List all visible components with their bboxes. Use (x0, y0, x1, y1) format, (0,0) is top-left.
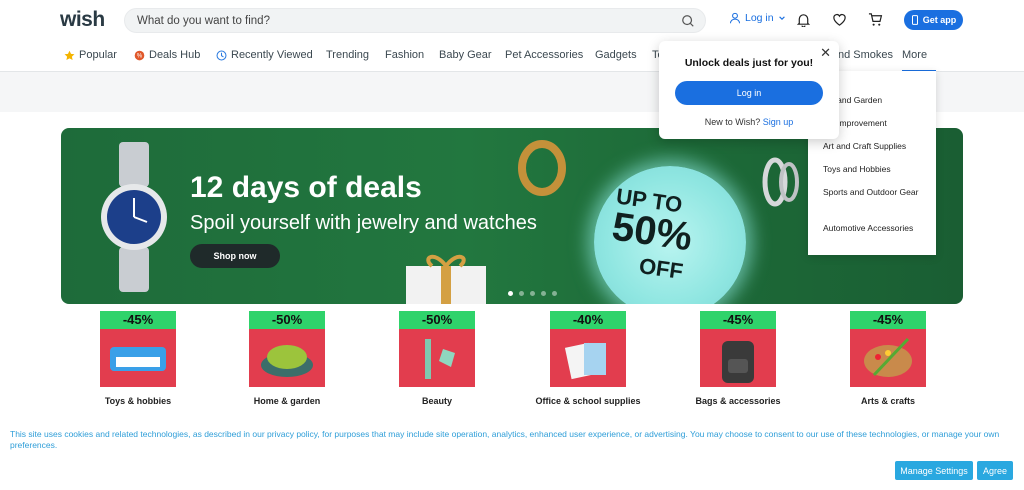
ring-image (518, 140, 566, 196)
discount-badge: -45% (100, 311, 176, 329)
login-button[interactable]: Log in (729, 12, 786, 24)
category-label: Beauty (421, 396, 452, 406)
notebooks-image (564, 342, 606, 380)
banner-subtitle: Spoil yourself with jewelry and watches (190, 212, 537, 234)
promo-line2: 50% (609, 204, 695, 260)
category-nav: Popular % Deals Hub Recently Viewed Tren… (0, 40, 1024, 72)
agree-button[interactable]: Agree (977, 461, 1013, 480)
svg-text:%: % (137, 52, 143, 59)
search-bar[interactable] (124, 8, 706, 33)
category-image: -45% (850, 311, 926, 387)
shop-now-button[interactable]: Shop now (190, 244, 280, 268)
category-label: Bags & accessories (695, 396, 781, 406)
category-image: -45% (700, 311, 776, 387)
search-icon[interactable] (681, 14, 695, 28)
discount-badge: -40% (550, 311, 626, 329)
nav-item-smokes[interactable]: nd Smokes (838, 49, 893, 61)
pillow-image (261, 345, 313, 377)
category-tile-beauty[interactable]: -50% Beauty (399, 311, 475, 406)
category-tile-bags[interactable]: -45% Bags & accessories (695, 311, 781, 406)
nav-item-popular[interactable]: Popular (64, 49, 117, 61)
menu-item-home-garden[interactable]: me and Garden (823, 94, 933, 106)
nav-item-deals-hub[interactable]: % Deals Hub (134, 49, 200, 61)
cookie-notice-text: This site uses cookies and related techn… (10, 429, 1000, 450)
menu-item-toys-hobbies[interactable]: Toys and Hobbies (823, 163, 933, 175)
signup-prompt: New to Wish? Sign up (659, 117, 839, 127)
promo-circle: UP TO 50% OFF (594, 166, 746, 304)
nav-label: Recently Viewed (231, 49, 313, 61)
signup-prompt-text: New to Wish? (704, 117, 761, 127)
category-label: Office & school supplies (535, 396, 641, 406)
discount-badge: -45% (700, 311, 776, 329)
discount-badge: -50% (249, 311, 325, 329)
menu-item-sports-outdoor[interactable]: Sports and Outdoor Gear (823, 186, 933, 198)
header: wish Log in Get app (0, 0, 1024, 40)
category-image: -40% (550, 311, 626, 387)
category-image: -50% (399, 311, 475, 387)
category-label: Toys & hobbies (104, 396, 172, 406)
nav-item-more[interactable]: More (902, 49, 936, 72)
carousel-dot[interactable] (508, 291, 513, 296)
star-icon (64, 50, 75, 60)
nav-item-fashion[interactable]: Fashion (385, 49, 424, 61)
popup-login-button[interactable]: Log in (675, 81, 823, 105)
clock-icon (216, 50, 227, 60)
bell-icon[interactable] (796, 12, 811, 27)
user-icon (729, 12, 741, 24)
cart-icon[interactable] (868, 12, 883, 27)
carousel-dot[interactable] (541, 291, 546, 296)
discount-badge: -50% (399, 311, 475, 329)
category-tile-home-garden[interactable]: -50% Home & garden (249, 311, 325, 406)
deals-icon: % (134, 50, 145, 60)
nav-item-pet-accessories[interactable]: Pet Accessories (505, 49, 583, 61)
keyboard-toy-image (110, 347, 166, 371)
category-image: -45% (100, 311, 176, 387)
promo-line3: OFF (637, 253, 685, 284)
category-tile-arts[interactable]: -45% Arts & crafts (850, 311, 926, 406)
manage-settings-button[interactable]: Manage Settings (895, 461, 973, 480)
backpack-image (722, 341, 754, 383)
wish-logo[interactable]: wish (60, 8, 105, 32)
silver-rings-image (762, 157, 799, 207)
get-app-label: Get app (922, 15, 957, 25)
category-tile-toys[interactable]: -45% Toys & hobbies (100, 311, 176, 406)
nav-label: Popular (79, 49, 117, 61)
discount-badge: -45% (850, 311, 926, 329)
palette-image (864, 337, 912, 377)
menu-item-automotive[interactable]: Automotive Accessories (823, 222, 933, 234)
nav-item-gadgets[interactable]: Gadgets (595, 49, 637, 61)
category-label: Home & garden (253, 396, 321, 406)
nav-item-recently-viewed[interactable]: Recently Viewed (216, 49, 313, 61)
menu-item-home-improvement[interactable]: me Improvement (823, 117, 933, 129)
carousel-dot[interactable] (519, 291, 524, 296)
category-label: Arts & crafts (860, 396, 916, 406)
login-popup: ✕ Unlock deals just for you! Log in New … (659, 41, 839, 139)
jade-roller-image (425, 339, 455, 379)
banner-title: 12 days of deals (190, 171, 422, 204)
gift-box-image (406, 254, 486, 304)
category-tile-office[interactable]: -40% Office & school supplies (535, 311, 641, 406)
nav-item-trending[interactable]: Trending (326, 49, 369, 61)
phone-icon (911, 15, 918, 25)
get-app-button[interactable]: Get app (904, 10, 963, 30)
nav-item-baby-gear[interactable]: Baby Gear (439, 49, 492, 61)
watch-image (101, 142, 167, 292)
category-image: -50% (249, 311, 325, 387)
search-input[interactable] (137, 12, 657, 30)
carousel-dots (508, 291, 557, 296)
carousel-dot[interactable] (530, 291, 535, 296)
popup-title: Unlock deals just for you! (684, 57, 814, 69)
login-label: Log in (745, 12, 774, 24)
heart-icon[interactable] (832, 12, 847, 27)
signup-link[interactable]: Sign up (763, 117, 794, 127)
menu-item-art-craft[interactable]: Art and Craft Supplies (823, 140, 933, 152)
nav-label: Deals Hub (149, 49, 201, 61)
chevron-down-icon (778, 16, 785, 20)
carousel-dot[interactable] (552, 291, 557, 296)
